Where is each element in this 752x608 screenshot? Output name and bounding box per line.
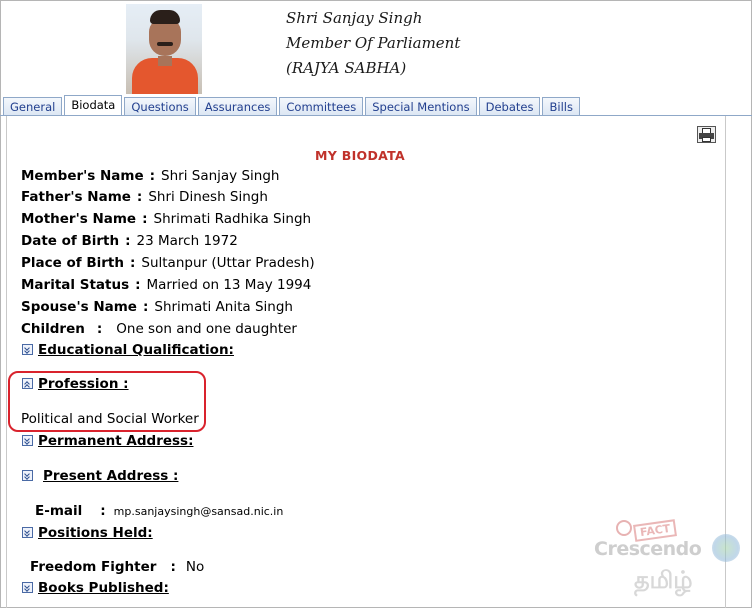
tab-bills[interactable]: Bills — [542, 97, 580, 116]
expand-present-address-icon[interactable] — [22, 470, 33, 481]
section-positions-held[interactable]: Positions Held: — [38, 525, 153, 541]
field-value: Sultanpur (Uttar Pradesh) — [141, 255, 315, 271]
field-fathers-name: Father's Name: Shri Dinesh Singh — [21, 189, 268, 205]
section-education[interactable]: Educational Qualification: — [38, 342, 234, 358]
member-role-line: Member Of Parliament — [286, 34, 461, 52]
member-header: Shri Sanjay Singh Member Of Parliament (… — [286, 6, 460, 81]
watermark-crescendo: Crescendo — [594, 538, 702, 560]
field-spouses-name: Spouse's Name: Shrimati Anita Singh — [21, 299, 293, 315]
tab-assurances[interactable]: Assurances — [197, 97, 278, 116]
tab-debates[interactable]: Debates — [478, 97, 541, 116]
field-mothers-name: Mother's Name: Shrimati Radhika Singh — [21, 211, 312, 227]
tab-biodata[interactable]: Biodata — [64, 95, 123, 116]
field-value: 23 March 1972 — [136, 233, 238, 249]
field-value: Shrimati Radhika Singh — [153, 211, 312, 227]
magnifier-icon — [616, 520, 632, 536]
field-members-name: Member's Name: Shri Sanjay Singh — [21, 168, 280, 184]
page-title: MY BIODATA — [315, 148, 405, 163]
watermark-logo: FACT Crescendo தமிழ் — [594, 518, 746, 604]
printer-icon[interactable] — [697, 126, 716, 143]
field-label: Marital Status — [21, 277, 130, 293]
field-value: Shri Dinesh Singh — [148, 189, 268, 205]
profession-value: Political and Social Worker — [21, 411, 199, 427]
tab-committees[interactable]: Committees — [279, 97, 364, 116]
field-label: Father's Name — [21, 189, 131, 205]
field-date-of-birth: Date of Birth:23 March 1972 — [21, 233, 238, 249]
collapse-profession-icon[interactable] — [22, 378, 33, 389]
tab-bar: General Biodata Questions Assurances Com… — [3, 95, 580, 116]
field-value: Married on 13 May 1994 — [146, 277, 312, 293]
section-profession[interactable]: Profession : — [38, 376, 129, 392]
field-label: Date of Birth — [21, 233, 120, 249]
field-value: Shrimati Anita Singh — [154, 299, 293, 315]
tab-general[interactable]: General — [3, 97, 63, 116]
section-present-address[interactable]: Present Address : — [43, 468, 178, 484]
field-label: E-mail — [35, 503, 83, 519]
member-house-line: (RAJYA SABHA) — [286, 59, 407, 77]
tab-special-mentions[interactable]: Special Mentions — [365, 97, 477, 116]
email-link[interactable]: mp.sanjaysingh@sansad.nic.in — [114, 505, 284, 518]
expand-books-icon[interactable] — [22, 582, 33, 593]
section-permanent-address[interactable]: Permanent Address: — [38, 433, 193, 449]
member-photo — [126, 4, 202, 94]
field-value: No — [185, 559, 205, 575]
field-children: Children: One son and one daughter — [21, 321, 297, 337]
expand-education-icon[interactable] — [22, 344, 33, 355]
field-label: Freedom Fighter — [30, 559, 157, 575]
field-value: Shri Sanjay Singh — [161, 168, 280, 184]
section-books-published[interactable]: Books Published: — [38, 580, 169, 596]
profession-text: Political and Social Worker — [21, 411, 199, 427]
field-label: Member's Name — [21, 168, 144, 184]
field-value: One son and one daughter — [116, 321, 297, 337]
field-freedom-fighter: Freedom Fighter: No — [30, 559, 205, 575]
watermark-tamil: தமிழ் — [634, 566, 693, 594]
globe-icon — [712, 534, 740, 562]
expand-permanent-address-icon[interactable] — [22, 435, 33, 446]
field-label: Children — [21, 321, 85, 337]
field-label: Mother's Name — [21, 211, 137, 227]
field-label: Place of Birth — [21, 255, 124, 271]
field-label: Spouse's Name — [21, 299, 137, 315]
tab-questions[interactable]: Questions — [124, 97, 196, 116]
field-marital-status: Marital Status: Married on 13 May 1994 — [21, 277, 312, 293]
member-name-line: Shri Sanjay Singh — [286, 9, 423, 27]
field-email: E-mail: mp.sanjaysingh@sansad.nic.in — [35, 503, 284, 519]
expand-positions-icon[interactable] — [22, 527, 33, 538]
field-place-of-birth: Place of Birth: Sultanpur (Uttar Pradesh) — [21, 255, 315, 271]
